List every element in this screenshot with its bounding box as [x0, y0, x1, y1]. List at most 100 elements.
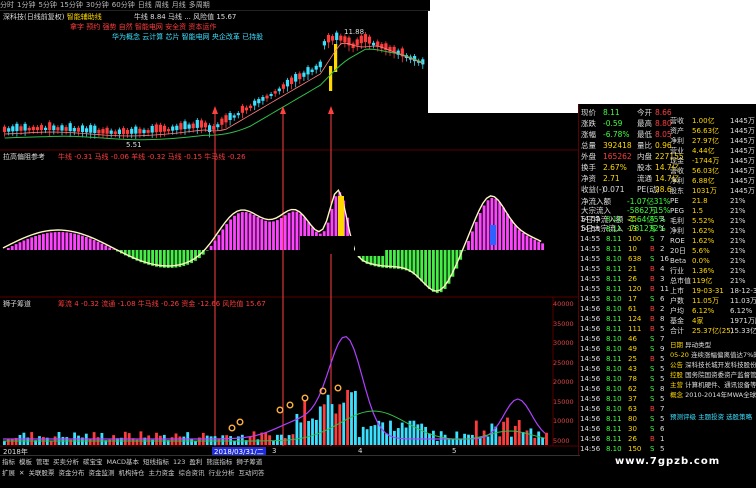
bottom-tab[interactable]: 扩展	[2, 469, 15, 477]
tab-1[interactable]: 1分钟	[17, 1, 35, 9]
osc-bar	[479, 213, 482, 250]
bottom-tab[interactable]: 买卖分析	[53, 458, 79, 466]
volume-bar	[389, 421, 392, 445]
tick-row: 14:558.1017S6	[578, 294, 670, 304]
tab-4[interactable]: 30分钟	[86, 1, 109, 9]
bottom-tab[interactable]: 熊底指标	[206, 458, 232, 466]
candle-body	[114, 131, 117, 134]
info-label: PE	[670, 197, 679, 205]
tab-3[interactable]: 15分钟	[60, 1, 83, 9]
news-row[interactable]: 主营 计算机硬件、通讯设备等	[670, 380, 756, 390]
tick-list[interactable]: 14:558.1125S314:558.1113S114:558.11100S7…	[578, 214, 670, 459]
bottom-tab[interactable]: 盈利	[189, 458, 202, 466]
info-row: 20日5.6%21%	[670, 246, 756, 256]
info-value-2: 1445万	[730, 176, 755, 186]
volume-bar	[276, 435, 279, 445]
tab-0[interactable]: 分时	[0, 1, 14, 9]
bottom-tab[interactable]: 123	[173, 458, 185, 466]
news-list[interactable]: 日期 异动类型05-20 连续涨幅偏离值达7%的证券公告 深科技长城开发科技股份…	[668, 340, 756, 460]
volume-bar	[405, 428, 408, 445]
candle-body	[130, 129, 133, 134]
osc-bar	[112, 249, 115, 250]
info-value: 1.5	[692, 206, 703, 216]
candle-body	[155, 124, 158, 132]
bottom-tab[interactable]: 碳宝宝	[83, 458, 103, 466]
tab-8[interactable]: 月线	[172, 1, 186, 9]
candle-body	[282, 84, 285, 88]
osc-bar	[280, 218, 283, 250]
gap	[355, 236, 385, 256]
indicator-name[interactable]: 智能辅助线	[67, 13, 102, 21]
tab-6[interactable]: 日线	[138, 1, 152, 9]
vol-title[interactable]: 狮子筹道	[3, 300, 31, 308]
tick-price: 8.11	[606, 224, 622, 234]
osc-bar	[467, 241, 470, 250]
news-row[interactable]: 控股 国务院国资委资产监督管理	[670, 370, 756, 380]
tick-price: 8.10	[606, 444, 622, 454]
volume-bar	[136, 440, 139, 445]
tick-time: 14:56	[580, 414, 600, 424]
tick-side: S	[650, 444, 654, 454]
osc-bar	[257, 217, 260, 250]
bottom-tab[interactable]: 主力资金	[148, 469, 174, 477]
osc-bar	[506, 214, 509, 250]
bottom-tab[interactable]: 短线指标	[143, 458, 169, 466]
tick-row: 14:558.10638S16	[578, 254, 670, 264]
tab-9[interactable]: 多周期	[189, 1, 210, 9]
sidebar-button[interactable]: 预测评级	[670, 413, 698, 421]
bottom-tab[interactable]: 互动问答	[238, 469, 264, 477]
bottom-tab[interactable]: ✕	[19, 469, 24, 477]
osc-bar	[288, 213, 291, 250]
sidebar-button[interactable]: 选股策略	[726, 413, 752, 421]
osc-title[interactable]: 拉高偏阻参考	[3, 153, 45, 161]
info-value: 5.52%	[692, 216, 714, 226]
tab-2[interactable]: 5分钟	[38, 1, 56, 9]
bottom-tab[interactable]: 资金监测	[88, 469, 114, 477]
bottom-tab[interactable]: 指标	[2, 458, 15, 466]
candle-body	[339, 36, 342, 41]
bottom-tab[interactable]: 行业分析	[208, 469, 234, 477]
osc-bar	[77, 235, 80, 250]
tick-count: 5	[660, 414, 664, 424]
ma-line-red	[5, 43, 423, 136]
volume-bar	[19, 435, 22, 445]
volume-bar	[498, 436, 501, 445]
candle-body	[32, 127, 35, 130]
tick-side: S	[650, 224, 654, 234]
info-label: 户均	[670, 307, 684, 315]
bottom-tab[interactable]: 资金分布	[58, 469, 84, 477]
tick-volume: 63	[628, 404, 637, 414]
tab-5[interactable]: 60分钟	[112, 1, 135, 9]
news-row[interactable]: 日期 异动类型	[670, 340, 756, 350]
bottom-tab[interactable]: 机构持仓	[118, 469, 144, 477]
news-date: 公告	[670, 361, 683, 369]
news-title: 深科技长城开发科技股份	[683, 361, 756, 369]
news-row[interactable]: 05-20 连续涨幅偏离值达7%的证券	[670, 350, 756, 360]
volume-bar	[303, 401, 306, 445]
osc-bar	[424, 250, 427, 285]
tick-volume: 78	[628, 374, 637, 384]
volume-bar	[522, 432, 525, 445]
bottom-tab[interactable]: MACD基本	[107, 458, 139, 466]
candle-body	[28, 128, 31, 130]
news-row[interactable]: 公告 深科技长城开发科技股份	[670, 360, 756, 370]
volume-bar	[370, 426, 373, 445]
bottom-tab[interactable]: 关联股票	[28, 469, 54, 477]
tick-count: 8	[660, 314, 664, 324]
sidebar-button[interactable]: 主题投资	[698, 413, 726, 421]
bottom-tab[interactable]: 管理	[36, 458, 49, 466]
tab-7[interactable]: 周线	[155, 1, 169, 9]
volume-bar	[436, 441, 439, 445]
bottom-tab[interactable]: 狮子筹道	[236, 458, 262, 466]
osc-bar	[65, 232, 68, 250]
vol-axis-tick: 15000	[553, 398, 574, 406]
bottom-tab[interactable]: 综合资讯	[178, 469, 204, 477]
osc-bar	[537, 241, 540, 250]
news-row[interactable]: 概念 2010-2014年MWA全球市场	[670, 390, 756, 400]
osc-bar	[483, 206, 486, 250]
volume-bar	[206, 436, 209, 445]
candle-body	[302, 73, 305, 77]
volume-bar	[335, 414, 338, 445]
tick-count: 7	[660, 404, 664, 414]
bottom-tab[interactable]: 模板	[19, 458, 32, 466]
